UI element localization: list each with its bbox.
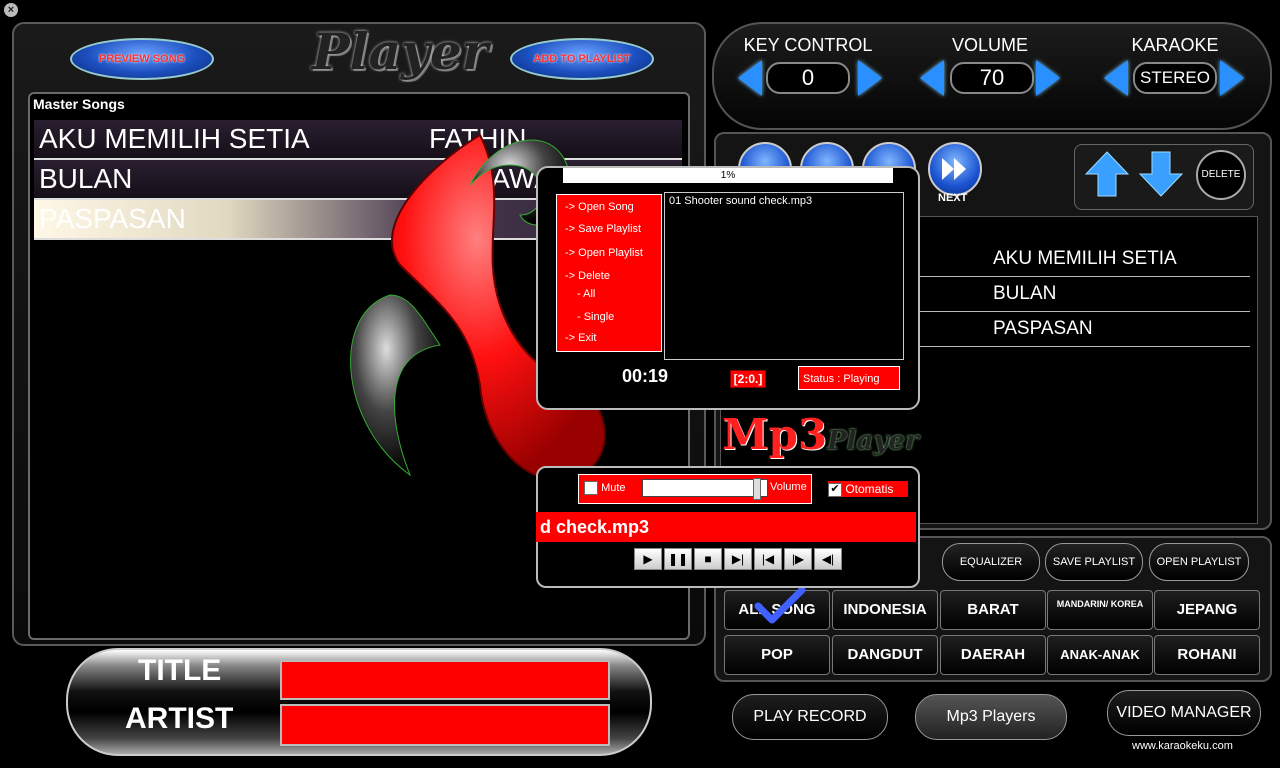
website-text: www.karaokeku.com — [1132, 740, 1233, 752]
title-field — [280, 660, 610, 700]
song-title: AKU MEMILIH SETIA — [39, 123, 310, 154]
playlist-item-title: AKU MEMILIH SETIA — [993, 248, 1177, 269]
mp3-menu: -> Open Song -> Save Playlist -> Open Pl… — [556, 194, 662, 352]
track-counter: [2:0.] — [730, 370, 766, 388]
category-rohani[interactable]: ROHANI — [1154, 635, 1260, 675]
mp3-logo-sub: Player — [827, 426, 919, 456]
mp3-players-button[interactable]: Mp3 Players — [915, 694, 1067, 740]
category-pop[interactable]: POP — [724, 635, 830, 675]
delete-button[interactable]: DELETE — [1196, 150, 1246, 200]
category-jepang[interactable]: JEPANG — [1154, 590, 1260, 630]
now-playing-marquee: d check.mp3 — [536, 512, 916, 542]
playlist-item-title: PASPASAN — [993, 318, 1093, 339]
mp3-logo-main: Mp3 — [722, 410, 828, 459]
volume-down-arrow-icon[interactable] — [920, 60, 944, 96]
playlist-item[interactable]: AKU MEMILIH SETIA — [920, 242, 1250, 277]
category-dangdut[interactable]: DANGDUT — [832, 635, 938, 675]
playlist-item-title: BULAN — [993, 283, 1057, 304]
progress-bar: 1% — [563, 168, 893, 183]
auto-checkbox-checked[interactable]: ✔ — [828, 482, 842, 497]
key-down-arrow-icon[interactable] — [738, 60, 762, 96]
category-mandarin-korea[interactable]: MANDARIN/ KOREA — [1047, 590, 1153, 630]
next-label: NEXT — [938, 192, 968, 204]
video-manager-button[interactable]: VIDEO MANAGER — [1107, 690, 1261, 736]
playlist-item[interactable]: BULAN — [920, 277, 1250, 312]
category-daerah[interactable]: DAERAH — [940, 635, 1046, 675]
key-up-arrow-icon[interactable] — [858, 60, 882, 96]
mp3-stop-icon[interactable]: ■ — [694, 548, 722, 570]
close-icon[interactable]: × — [4, 3, 18, 17]
mp3-step-forward-icon[interactable]: |▶ — [784, 548, 812, 570]
move-down-arrow-icon[interactable] — [1138, 150, 1184, 198]
playlist-item[interactable]: PASPASAN — [920, 312, 1250, 347]
key-control-label: KEY CONTROL — [743, 35, 873, 55]
artist-field — [280, 704, 610, 746]
checkmark-icon — [754, 586, 806, 624]
mp3-file-item[interactable]: 01 Shooter sound check.mp3 — [665, 193, 903, 209]
fast-forward-icon — [942, 158, 966, 180]
volume-value: 70 — [950, 62, 1034, 94]
karaoke-label: KARAOKE — [1131, 35, 1219, 55]
equalizer-button[interactable]: EQUALIZER — [942, 543, 1040, 581]
mp3-next-track-icon[interactable]: ▶| — [724, 548, 752, 570]
auto-control[interactable]: ✔ Otomatis — [828, 481, 908, 497]
volume-label-mini: Volume — [770, 481, 807, 493]
next-icon[interactable] — [928, 142, 982, 196]
key-value: 0 — [766, 62, 850, 94]
mp3-pause-icon[interactable]: ❚❚ — [664, 548, 692, 570]
karaoke-mode-value: STEREO — [1133, 62, 1217, 94]
app-logo: Player — [312, 22, 489, 81]
mp3-play-icon[interactable]: ▶ — [634, 548, 662, 570]
category-indonesia[interactable]: INDONESIA — [832, 590, 938, 630]
mp3-prev-track-icon[interactable]: |◀ — [754, 548, 782, 570]
mute-checkbox[interactable] — [584, 481, 598, 495]
artist-label: ARTIST — [125, 702, 234, 735]
status-text: Status : Playing — [798, 366, 900, 390]
mp3-step-back-icon[interactable]: ◀| — [814, 548, 842, 570]
play-record-button[interactable]: PLAY RECORD — [732, 694, 888, 740]
mute-control[interactable]: Mute — [584, 481, 626, 495]
volume-up-arrow-icon[interactable] — [1036, 60, 1060, 96]
auto-label: Otomatis — [845, 482, 894, 496]
song-title: BULAN — [39, 163, 133, 194]
category-anak-anak[interactable]: ANAK-ANAK — [1047, 635, 1153, 675]
karaoke-prev-arrow-icon[interactable] — [1104, 60, 1128, 96]
category-barat[interactable]: BARAT — [940, 590, 1046, 630]
menu-open-playlist[interactable]: -> Open Playlist — [565, 247, 643, 259]
title-label: TITLE — [138, 654, 222, 687]
menu-delete-single[interactable]: - Single — [577, 311, 614, 323]
menu-exit[interactable]: -> Exit — [565, 332, 596, 344]
mp3-file-list: 01 Shooter sound check.mp3 — [664, 192, 904, 360]
volume-slider[interactable] — [642, 478, 768, 500]
open-playlist-button[interactable]: OPEN PLAYLIST — [1149, 543, 1249, 581]
menu-save-playlist[interactable]: -> Save Playlist — [565, 223, 641, 235]
move-up-arrow-icon[interactable] — [1084, 150, 1130, 198]
volume-slider-thumb[interactable] — [753, 478, 761, 500]
master-songs-title: Master Songs — [33, 96, 125, 112]
karaoke-next-arrow-icon[interactable] — [1220, 60, 1244, 96]
menu-delete-all[interactable]: - All — [577, 288, 595, 300]
menu-open-song[interactable]: -> Open Song — [565, 201, 634, 213]
mp3-player-logo: Mp3Player — [722, 410, 919, 459]
mp3-transport: ▶ ❚❚ ■ ▶| |◀ |▶ ◀| — [634, 548, 842, 570]
menu-delete[interactable]: -> Delete — [565, 270, 610, 282]
preview-song-button[interactable]: PREVIEW SONG — [70, 38, 214, 80]
add-to-playlist-button[interactable]: ADD TO PLAYLIST — [510, 38, 654, 80]
save-playlist-button[interactable]: SAVE PLAYLIST — [1045, 543, 1143, 581]
song-title: PASPASAN — [39, 203, 186, 234]
mute-label: Mute — [601, 481, 626, 494]
volume-label: VOLUME — [951, 35, 1029, 55]
elapsed-time: 00:19 — [622, 366, 669, 386]
